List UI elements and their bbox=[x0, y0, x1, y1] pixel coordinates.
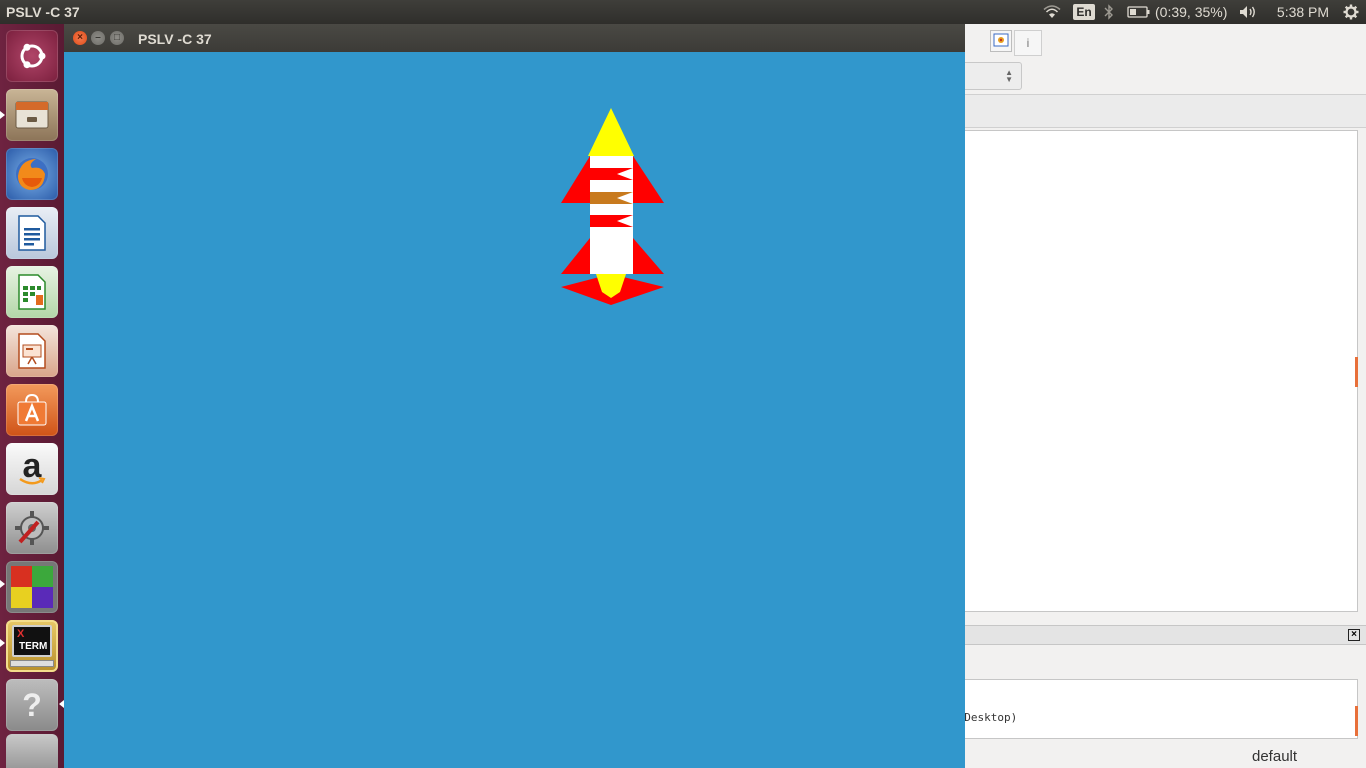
editor-area[interactable] bbox=[964, 130, 1358, 612]
battery-indicator[interactable]: (0:39, 35%) bbox=[1127, 0, 1231, 24]
trash-icon[interactable] bbox=[6, 734, 58, 768]
launcher: a X TERM ? bbox=[0, 24, 64, 768]
amazon-icon[interactable]: a bbox=[6, 443, 58, 495]
combo-box[interactable]: ▲ ▼ bbox=[964, 62, 1022, 90]
wifi-icon[interactable] bbox=[1040, 0, 1064, 24]
close-window-button[interactable]: × bbox=[73, 31, 87, 45]
window-title: PSLV -C 37 bbox=[138, 31, 212, 47]
session-gear-icon[interactable] bbox=[1340, 0, 1362, 24]
ubuntu-dash-icon[interactable] bbox=[6, 30, 58, 82]
spinner-arrows-icon: ▲ ▼ bbox=[1005, 68, 1013, 84]
editor-tab-strip bbox=[964, 94, 1366, 128]
libreoffice-impress-icon[interactable] bbox=[6, 325, 58, 377]
xterm-icon[interactable]: X TERM bbox=[6, 620, 58, 672]
rocket-upper-left-fin bbox=[561, 156, 590, 203]
rocket-lower-left-fin bbox=[561, 238, 590, 274]
xterm-label-term: TERM bbox=[19, 641, 48, 652]
help-glyph: ? bbox=[22, 686, 42, 723]
rocket-nose-cone bbox=[588, 108, 634, 156]
running-indicator bbox=[0, 111, 5, 119]
rocket-lower-right-fin bbox=[633, 238, 664, 274]
xterm-keyboard bbox=[10, 660, 54, 667]
clock[interactable]: 5:38 PM bbox=[1272, 0, 1334, 24]
minimize-window-button[interactable]: – bbox=[91, 31, 105, 45]
help-icon[interactable]: ? bbox=[6, 679, 58, 731]
battery-icon bbox=[1127, 6, 1150, 18]
active-app-title: PSLV -C 37 bbox=[6, 4, 80, 20]
status-bar-text: default bbox=[1252, 748, 1298, 765]
firefox-icon[interactable] bbox=[6, 148, 58, 200]
volume-icon[interactable] bbox=[1238, 0, 1260, 24]
background-ide-window: i ▲ ▼ × k/Desktop) default bbox=[951, 24, 1366, 768]
bluetooth-icon[interactable] bbox=[1100, 0, 1118, 24]
system-settings-icon[interactable] bbox=[6, 502, 58, 554]
rocket-drawing bbox=[561, 108, 664, 305]
files-icon[interactable] bbox=[6, 89, 58, 141]
maximize-window-button[interactable]: □ bbox=[110, 31, 124, 45]
battery-status: (0:39, 35%) bbox=[1155, 4, 1228, 20]
debug-icon[interactable] bbox=[990, 30, 1012, 52]
running-indicator bbox=[0, 580, 5, 588]
scroll-marker bbox=[1355, 357, 1358, 387]
libreoffice-calc-icon[interactable] bbox=[6, 266, 58, 318]
pslv-window: × – □ PSLV -C 37 bbox=[64, 24, 965, 768]
console-panel-header: × bbox=[964, 625, 1366, 645]
top-panel: PSLV -C 37 En (0:39, 35%) 5:38 PM bbox=[0, 0, 1366, 24]
language-label: En bbox=[1073, 4, 1095, 20]
console-output[interactable]: k/Desktop) bbox=[951, 679, 1358, 739]
running-indicator bbox=[0, 639, 5, 647]
close-panel-icon[interactable]: × bbox=[1348, 629, 1360, 641]
keyboard-language-indicator[interactable]: En bbox=[1073, 0, 1095, 24]
rocket-upper-right-fin bbox=[633, 156, 664, 203]
xterm-screen: X TERM bbox=[12, 625, 52, 657]
window-titlebar[interactable]: × – □ PSLV -C 37 bbox=[64, 24, 965, 52]
xterm-label-x: X bbox=[17, 628, 25, 640]
scroll-marker bbox=[1355, 706, 1358, 736]
info-icon[interactable]: i bbox=[1014, 30, 1042, 56]
software-center-icon[interactable] bbox=[6, 384, 58, 436]
drawing-canvas[interactable] bbox=[64, 52, 965, 768]
colored-squares-app-icon[interactable] bbox=[6, 561, 58, 613]
libreoffice-writer-icon[interactable] bbox=[6, 207, 58, 259]
